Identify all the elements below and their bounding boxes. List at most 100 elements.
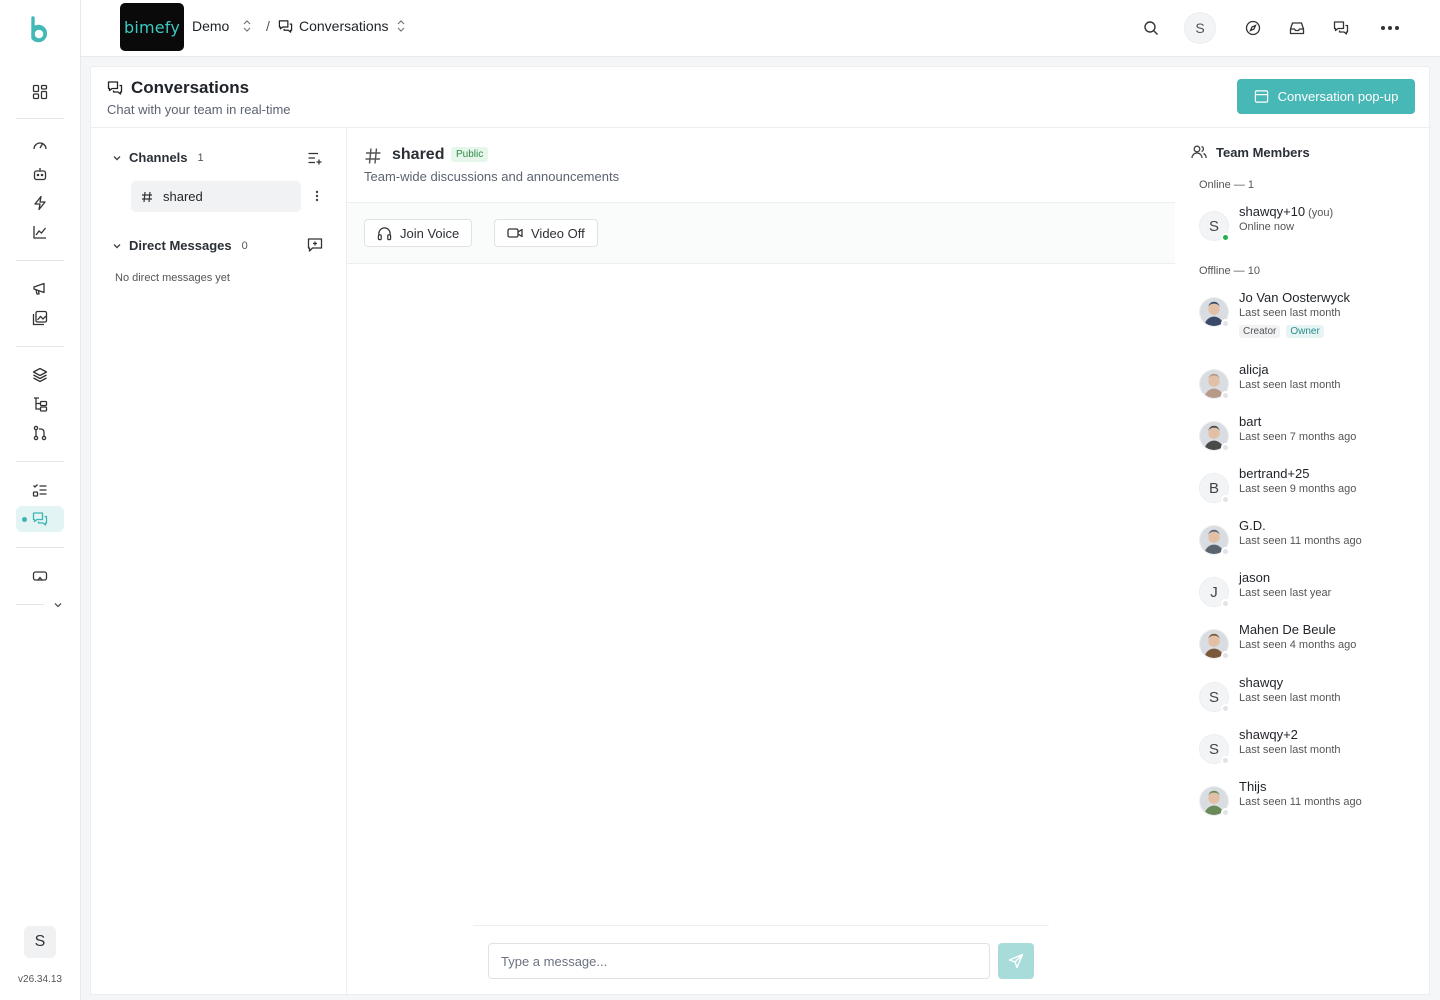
channel-description: Team-wide discussions and announcements xyxy=(364,169,620,184)
member-status: Last seen last month xyxy=(1239,692,1341,704)
you-label: (you) xyxy=(1308,207,1334,219)
lightning-icon[interactable] xyxy=(16,190,64,216)
inbox-icon[interactable] xyxy=(1285,16,1309,40)
page-subtitle: Chat with your team in real-time xyxy=(107,102,291,117)
checklist-icon[interactable] xyxy=(16,477,64,503)
gauge-icon[interactable] xyxy=(16,132,64,158)
message-input[interactable] xyxy=(488,943,990,979)
section-switcher[interactable]: Conversations xyxy=(278,18,407,34)
member-status: Last seen last month xyxy=(1239,744,1341,756)
member-name: alicja xyxy=(1239,362,1269,377)
vr-headset-icon[interactable] xyxy=(16,563,64,589)
left-rail: S v26.34.13 xyxy=(0,0,81,1000)
channels-heading: Channels xyxy=(129,150,188,165)
offline-status-dot xyxy=(1221,547,1230,556)
layers-icon[interactable] xyxy=(16,362,64,388)
call-toolbar: Join Voice Video Off xyxy=(347,203,1175,264)
chat-main: shared Public Team-wide discussions and … xyxy=(347,128,1175,996)
page-title: Conversations xyxy=(131,78,250,97)
page-header: Conversations Chat with your team in rea… xyxy=(91,67,1431,128)
member-name: bart xyxy=(1239,414,1262,429)
offline-status-dot xyxy=(1221,704,1230,713)
member-status: Last seen 4 months ago xyxy=(1239,639,1357,651)
offline-status-dot xyxy=(1221,443,1230,452)
section-name: Conversations xyxy=(299,18,389,34)
breadcrumb-separator: / xyxy=(266,18,270,34)
search-icon[interactable] xyxy=(1139,16,1163,40)
conversation-popup-button[interactable]: Conversation pop-up xyxy=(1237,79,1415,114)
git-branch-icon[interactable] xyxy=(16,420,64,446)
channel-item-shared[interactable]: shared xyxy=(131,181,301,212)
more-horizontal-icon[interactable] xyxy=(1378,16,1402,40)
offline-status-dot xyxy=(1221,756,1230,765)
chevron-down-icon xyxy=(111,240,123,252)
dashboard-grid-icon[interactable] xyxy=(16,79,64,105)
offline-status-dot xyxy=(1221,495,1230,504)
public-badge: Public xyxy=(451,147,489,162)
no-direct-messages-text: No direct messages yet xyxy=(115,272,230,284)
offline-status-dot xyxy=(1221,808,1230,817)
member-status: Last seen 11 months ago xyxy=(1239,796,1362,808)
chevron-down-icon xyxy=(111,152,123,164)
join-voice-button[interactable]: Join Voice xyxy=(364,219,473,247)
direct-messages-section-toggle[interactable]: Direct Messages 0 xyxy=(111,238,248,253)
add-channel-icon[interactable] xyxy=(307,150,323,166)
robot-icon[interactable] xyxy=(16,161,64,187)
member-status: Last seen 9 months ago xyxy=(1239,483,1357,495)
video-camera-icon xyxy=(507,226,523,240)
channels-count: 1 xyxy=(197,151,204,164)
member-status: Last seen last month xyxy=(1239,379,1341,391)
member-name: shawqy xyxy=(1239,675,1284,690)
chat-bubbles-icon xyxy=(107,80,123,96)
chevron-updown-icon xyxy=(395,19,407,33)
chevron-down-icon[interactable] xyxy=(52,599,64,611)
images-icon[interactable] xyxy=(16,305,64,331)
channel-options-icon[interactable] xyxy=(315,190,319,202)
chevron-updown-icon xyxy=(241,19,253,33)
project-switcher[interactable]: Demo xyxy=(192,18,253,34)
chat-bubbles-icon[interactable] xyxy=(16,506,64,532)
channels-sidebar: Channels 1 shared Direct Messages 0 No d… xyxy=(91,128,347,996)
channels-section-toggle[interactable]: Channels 1 xyxy=(111,150,204,165)
role-badge: Owner xyxy=(1286,325,1324,338)
team-members-panel: Team Members Online — 1 S shawqy+10 (you)… xyxy=(1175,128,1430,996)
role-badge: Creator xyxy=(1239,325,1281,338)
team-members-heading: Team Members xyxy=(1191,144,1310,160)
tree-icon[interactable] xyxy=(16,391,64,417)
direct-messages-heading: Direct Messages xyxy=(129,238,232,253)
member-status: Last seen 11 months ago xyxy=(1239,535,1362,547)
user-avatar[interactable]: S xyxy=(24,926,56,958)
member-name: jason xyxy=(1239,570,1271,585)
direct-messages-count: 0 xyxy=(241,239,248,252)
member-name: G.D. xyxy=(1239,518,1266,533)
new-message-icon[interactable] xyxy=(307,237,323,253)
join-voice-label: Join Voice xyxy=(400,225,460,241)
hash-icon xyxy=(364,147,382,165)
member-status: Last seen last year xyxy=(1239,587,1332,599)
megaphone-icon[interactable] xyxy=(16,276,64,302)
headphones-icon xyxy=(377,226,392,241)
project-name: Demo xyxy=(192,18,230,34)
bimefy-b-logo-icon[interactable] xyxy=(26,16,54,44)
send-button[interactable] xyxy=(998,943,1034,979)
offline-group-label: Offline — 10 xyxy=(1199,265,1260,277)
conversation-popup-label: Conversation pop-up xyxy=(1277,89,1399,104)
offline-status-dot xyxy=(1221,599,1230,608)
chat-bubbles-icon[interactable] xyxy=(1329,16,1353,40)
member-name: shawqy+2 xyxy=(1239,727,1298,742)
bimefy-logo[interactable]: bimefy xyxy=(120,3,184,51)
header-user-avatar[interactable]: S xyxy=(1184,12,1216,44)
chat-bubbles-icon xyxy=(278,19,293,34)
offline-status-dot xyxy=(1221,391,1230,400)
chart-line-icon[interactable] xyxy=(16,219,64,245)
channel-name: shared xyxy=(392,146,445,163)
member-name: Thijs xyxy=(1239,779,1267,794)
offline-status-dot xyxy=(1221,319,1230,328)
online-group-label: Online — 1 xyxy=(1199,179,1255,191)
member-name: bertrand+25 xyxy=(1239,466,1310,481)
team-members-title: Team Members xyxy=(1216,144,1310,160)
member-role-tags: Creator Owner xyxy=(1239,325,1324,338)
video-toggle-button[interactable]: Video Off xyxy=(494,219,598,247)
compass-icon[interactable] xyxy=(1241,16,1265,40)
member-name: Jo Van Oosterwyck xyxy=(1239,290,1351,305)
